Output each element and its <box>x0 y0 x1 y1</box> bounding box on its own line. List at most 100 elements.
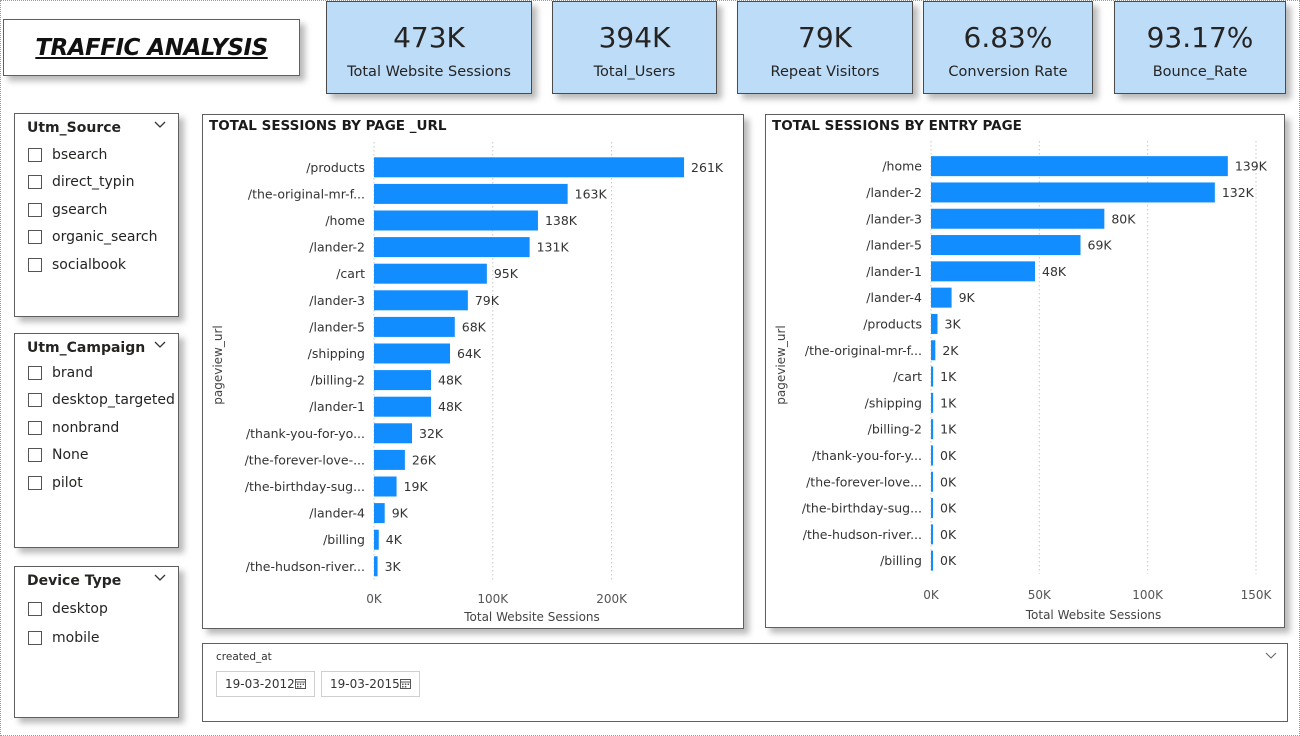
bar[interactable] <box>374 316 455 337</box>
checkbox[interactable] <box>28 365 42 380</box>
data-label: 131K <box>537 240 570 255</box>
slicer-option[interactable]: None <box>15 442 178 470</box>
checkbox[interactable] <box>28 475 42 490</box>
kpi-card-bounce-rate[interactable]: 93.17% Bounce_Rate <box>1114 1 1286 94</box>
bar[interactable] <box>374 529 379 550</box>
slicer-option[interactable]: socialbook <box>15 251 178 279</box>
checkbox[interactable] <box>28 630 42 645</box>
data-label: 19K <box>404 479 429 494</box>
bar[interactable] <box>931 524 933 545</box>
slicer-option[interactable]: organic_search <box>15 224 178 252</box>
data-label: 0K <box>940 527 957 542</box>
x-axis-title: Total Website Sessions <box>1025 608 1162 622</box>
bar[interactable] <box>374 503 385 524</box>
slicer-option[interactable]: mobile <box>15 623 178 652</box>
bar[interactable] <box>374 556 378 577</box>
chevron-down-icon[interactable] <box>1265 650 1277 660</box>
start-date-input[interactable]: 19-03-2012 <box>216 671 315 697</box>
slicer-option-label: None <box>52 447 89 464</box>
bar[interactable] <box>374 370 432 391</box>
data-label: 163K <box>575 186 608 201</box>
kpi-label: Bounce_Rate <box>1152 64 1248 80</box>
bar[interactable] <box>374 396 432 417</box>
bar[interactable] <box>931 261 1035 282</box>
slicer-title: Utm_Source <box>27 120 122 136</box>
slicer-option[interactable]: direct_typin <box>15 169 178 197</box>
chevron-down-icon[interactable] <box>154 571 166 583</box>
data-label: 1K <box>940 395 957 410</box>
bar[interactable] <box>931 340 936 361</box>
slicer-header[interactable]: Utm_Source <box>15 114 178 138</box>
checkbox[interactable] <box>28 147 42 162</box>
checkbox[interactable] <box>28 393 42 408</box>
chart-sessions-by-entry-page[interactable]: TOTAL SESSIONS BY ENTRY PAGE 0K 50K 100K 15… <box>765 114 1285 628</box>
kpi-card-conversion-rate[interactable]: 6.83% Conversion Rate <box>923 1 1093 94</box>
bar[interactable] <box>931 156 1228 177</box>
slicer-header[interactable]: Utm_Campaign <box>15 334 178 358</box>
calendar-icon[interactable] <box>400 678 411 689</box>
bar[interactable] <box>931 208 1105 229</box>
bar[interactable] <box>931 366 934 387</box>
bar[interactable] <box>931 313 938 334</box>
y-tick-label: /products <box>306 160 365 175</box>
bar[interactable] <box>931 182 1215 203</box>
checkbox[interactable] <box>28 601 42 616</box>
end-date-value: 19-03-2015 <box>330 677 400 691</box>
kpi-value: 473K <box>393 21 465 54</box>
bar[interactable] <box>374 183 568 204</box>
checkbox[interactable] <box>28 202 42 217</box>
bar[interactable] <box>374 157 685 178</box>
slicer-option-label: brand <box>52 364 93 381</box>
x-tick-label: 0K <box>923 588 940 602</box>
slicer-option[interactable]: desktop_targeted <box>15 387 178 415</box>
kpi-value: 93.17% <box>1146 21 1254 54</box>
bar[interactable] <box>931 550 933 571</box>
chart-sessions-by-page-url[interactable]: TOTAL SESSIONS BY PAGE _URL 0K 100K 200K/p… <box>202 114 744 629</box>
end-date-input[interactable]: 19-03-2015 <box>321 671 420 697</box>
bar[interactable] <box>374 290 468 311</box>
date-slicer-title: created_at <box>216 651 272 663</box>
bar[interactable] <box>931 235 1081 256</box>
chevron-down-icon[interactable] <box>154 338 166 350</box>
bar[interactable] <box>374 449 405 470</box>
slicer-option-label: organic_search <box>52 229 158 246</box>
y-tick-label: /lander-2 <box>309 240 365 255</box>
kpi-card-total-users[interactable]: 394K Total_Users <box>552 1 717 94</box>
y-tick-label: /thank-you-for-y... <box>812 448 922 463</box>
slicer-option[interactable]: nonbrand <box>15 414 178 442</box>
x-tick-label: 50K <box>1028 588 1052 602</box>
checkbox[interactable] <box>28 175 42 190</box>
bar[interactable] <box>374 237 530 258</box>
checkbox[interactable] <box>28 257 42 272</box>
bar[interactable] <box>374 423 413 444</box>
slicer-option[interactable]: bsearch <box>15 141 178 169</box>
y-tick-label: /shipping <box>865 395 922 410</box>
bar[interactable] <box>374 343 451 364</box>
checkbox[interactable] <box>28 420 42 435</box>
checkbox[interactable] <box>28 230 42 245</box>
chevron-down-icon[interactable] <box>154 118 166 130</box>
kpi-card-total-sessions[interactable]: 473K Total Website Sessions <box>326 1 532 94</box>
data-label: 9K <box>959 290 976 305</box>
slicer-option[interactable]: desktop <box>15 594 178 623</box>
bar[interactable] <box>931 498 933 519</box>
slicer-header[interactable]: Device Type <box>15 567 178 591</box>
data-label: 69K <box>1088 238 1113 253</box>
data-label: 0K <box>940 474 957 489</box>
bar[interactable] <box>374 476 397 497</box>
slicer-option[interactable]: brand <box>15 359 178 387</box>
checkbox[interactable] <box>28 448 42 463</box>
bar[interactable] <box>931 471 933 492</box>
bar[interactable] <box>931 287 952 308</box>
bar[interactable] <box>931 392 934 413</box>
slicer-option[interactable]: pilot <box>15 469 178 497</box>
data-label: 1K <box>940 369 957 384</box>
bar[interactable] <box>374 210 538 231</box>
bar[interactable] <box>374 263 487 284</box>
bar[interactable] <box>931 419 934 440</box>
kpi-card-repeat-visitors[interactable]: 79K Repeat Visitors <box>737 1 913 94</box>
calendar-icon[interactable] <box>295 678 306 689</box>
slicer-option-label: desktop_targeted <box>52 392 175 409</box>
bar[interactable] <box>931 445 933 466</box>
slicer-option[interactable]: gsearch <box>15 196 178 224</box>
